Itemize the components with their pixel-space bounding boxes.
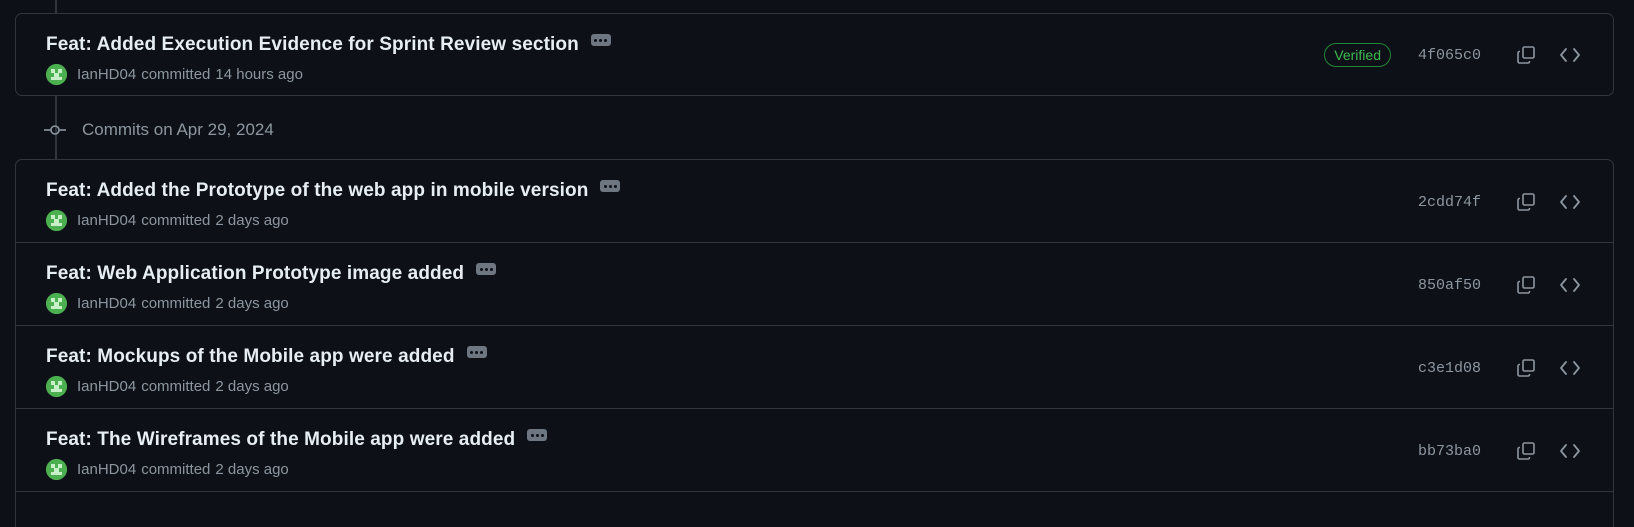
commit-node-icon: [44, 125, 66, 135]
commit-title-line: Feat: Web Application Prototype image ad…: [46, 263, 497, 285]
commit-time: 2 days ago: [215, 378, 289, 395]
copy-sha-button[interactable]: [1511, 353, 1541, 383]
commit-author-link[interactable]: IanHD04: [77, 66, 136, 83]
committed-label: committed: [141, 295, 211, 312]
commit-list-box: Feat: Added Execution Evidence for Sprin…: [15, 13, 1614, 96]
copy-sha-button[interactable]: [1511, 270, 1541, 300]
commit-sha-link[interactable]: 2cdd74f: [1418, 194, 1481, 211]
committed-label: committed: [141, 212, 211, 229]
commit-list-box: Feat: Added the Prototype of the web app…: [15, 159, 1614, 527]
commit-time: 2 days ago: [215, 212, 289, 229]
commit-actions: c3e1d08: [1418, 353, 1585, 383]
commit-row: Feat: Mockups of the Mobile app were add…: [16, 326, 1613, 409]
commit-meta: IanHD04 committed 2 days ago: [46, 210, 289, 231]
commit-title-link[interactable]: Feat: Added Execution Evidence for Sprin…: [46, 34, 579, 56]
commit-row: Feat: The Wireframes of the Mobile app w…: [16, 409, 1613, 492]
browse-repo-button[interactable]: [1555, 40, 1585, 70]
commit-title-link[interactable]: Feat: The Wireframes of the Mobile app w…: [46, 429, 515, 451]
commit-author-link[interactable]: IanHD04: [77, 378, 136, 395]
commit-history-page: Feat: Added Execution Evidence for Sprin…: [0, 0, 1634, 527]
commit-author-link[interactable]: IanHD04: [77, 461, 136, 478]
code-icon: [1560, 48, 1580, 62]
copy-sha-button[interactable]: [1511, 40, 1541, 70]
verified-badge[interactable]: Verified: [1324, 43, 1391, 67]
expand-message-button[interactable]: [527, 429, 548, 441]
commit-title-line: Feat: Mockups of the Mobile app were add…: [46, 346, 487, 368]
commit-sha-link[interactable]: 850af50: [1418, 277, 1481, 294]
commit-title-line: Feat: Added the Prototype of the web app…: [46, 180, 621, 202]
commit-meta: IanHD04 committed 2 days ago: [46, 459, 289, 480]
commit-sha-link[interactable]: bb73ba0: [1418, 443, 1481, 460]
commit-actions: bb73ba0: [1418, 436, 1585, 466]
expand-message-button[interactable]: [466, 346, 487, 358]
browse-repo-button[interactable]: [1555, 187, 1585, 217]
code-icon: [1560, 444, 1580, 458]
avatar[interactable]: [46, 64, 67, 85]
commit-time: 14 hours ago: [215, 66, 303, 83]
expand-message-button[interactable]: [476, 263, 497, 275]
commit-title-line: Feat: Added Execution Evidence for Sprin…: [46, 34, 611, 56]
expand-message-button[interactable]: [590, 34, 611, 46]
browse-repo-button[interactable]: [1555, 353, 1585, 383]
committed-label: committed: [141, 378, 211, 395]
committed-label: committed: [141, 66, 211, 83]
commit-title-link[interactable]: Feat: Mockups of the Mobile app were add…: [46, 346, 455, 368]
commit-meta: IanHD04 committed 2 days ago: [46, 376, 289, 397]
date-group-header: Commits on Apr 29, 2024: [44, 120, 274, 140]
commit-author-link[interactable]: IanHD04: [77, 295, 136, 312]
code-icon: [1560, 361, 1580, 375]
commit-meta: IanHD04 committed 2 days ago: [46, 293, 289, 314]
copy-icon: [1517, 193, 1535, 211]
copy-icon: [1517, 46, 1535, 64]
commit-meta: IanHD04 committed 14 hours ago: [46, 64, 303, 85]
expand-message-button[interactable]: [600, 180, 621, 192]
commit-time: 2 days ago: [215, 295, 289, 312]
code-icon: [1560, 278, 1580, 292]
copy-sha-button[interactable]: [1511, 187, 1541, 217]
avatar[interactable]: [46, 210, 67, 231]
browse-repo-button[interactable]: [1555, 436, 1585, 466]
commit-actions: Verified 4f065c0: [1324, 40, 1585, 70]
copy-icon: [1517, 359, 1535, 377]
copy-icon: [1517, 442, 1535, 460]
date-group-label: Commits on Apr 29, 2024: [82, 120, 274, 139]
copy-icon: [1517, 276, 1535, 294]
copy-sha-button[interactable]: [1511, 436, 1541, 466]
avatar[interactable]: [46, 293, 67, 314]
commit-sha-link[interactable]: c3e1d08: [1418, 360, 1481, 377]
commit-title-link[interactable]: Feat: Web Application Prototype image ad…: [46, 263, 464, 285]
commit-actions: 850af50: [1418, 270, 1585, 300]
committed-label: committed: [141, 461, 211, 478]
code-icon: [1560, 195, 1580, 209]
commit-title-link[interactable]: Feat: Added the Prototype of the web app…: [46, 180, 588, 202]
commit-time: 2 days ago: [215, 461, 289, 478]
timeline-line: [55, 0, 57, 14]
commit-sha-link[interactable]: 4f065c0: [1418, 47, 1481, 64]
avatar[interactable]: [46, 459, 67, 480]
commit-author-link[interactable]: IanHD04: [77, 212, 136, 229]
commit-row: Feat: Web Application Prototype image ad…: [16, 243, 1613, 326]
browse-repo-button[interactable]: [1555, 270, 1585, 300]
commit-row: Feat: Added Execution Evidence for Sprin…: [16, 14, 1613, 95]
avatar[interactable]: [46, 376, 67, 397]
commit-row: Feat: Added the Prototype of the web app…: [16, 160, 1613, 243]
commit-title-line: Feat: The Wireframes of the Mobile app w…: [46, 429, 548, 451]
commit-actions: 2cdd74f: [1418, 187, 1585, 217]
